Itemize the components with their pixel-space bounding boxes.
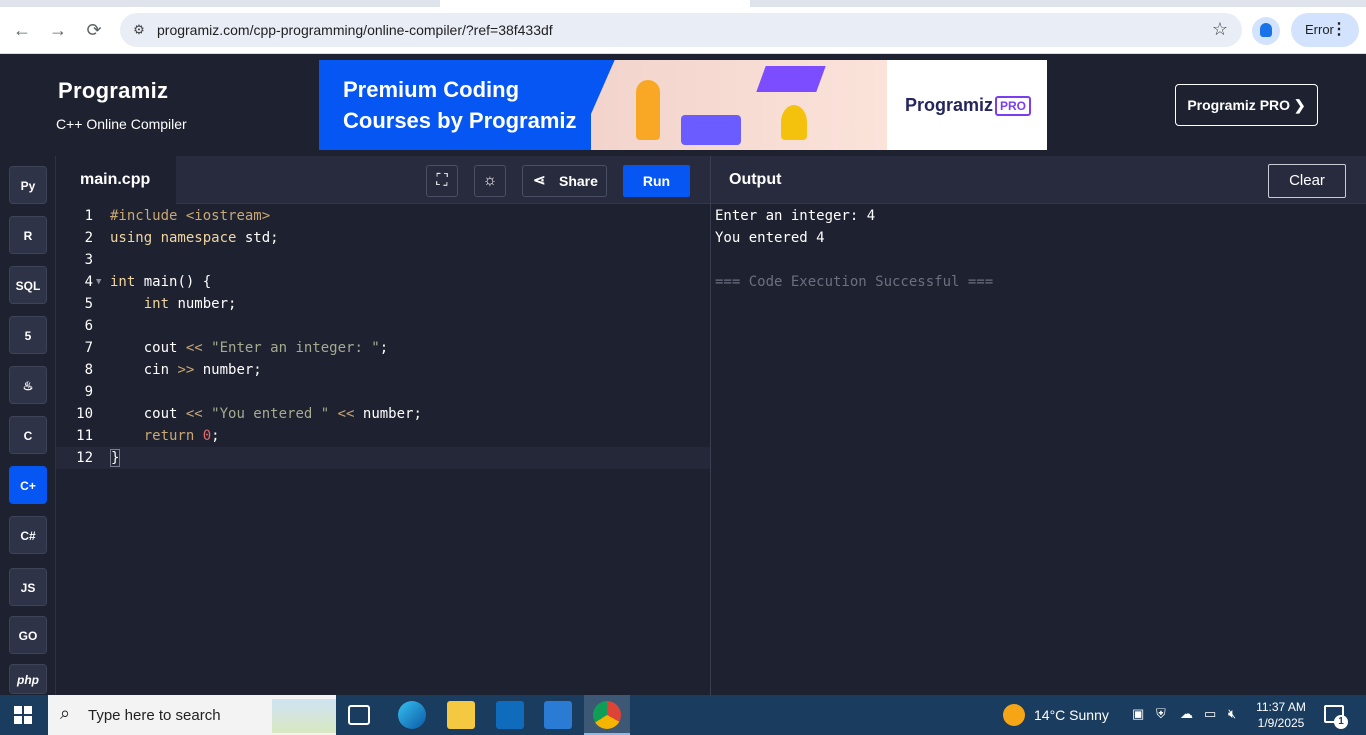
clock-time: 11:37 AM bbox=[1256, 700, 1306, 714]
more-menu-icon[interactable]: ⋮ bbox=[1331, 13, 1347, 47]
system-clock[interactable]: 11:37 AM 1/9/2025 bbox=[1252, 699, 1310, 731]
bookmark-star-icon[interactable]: ☆ bbox=[1212, 19, 1228, 40]
output-title: Output bbox=[729, 171, 782, 188]
javascript-icon[interactable]: JS bbox=[9, 568, 47, 606]
editor-toolbar: main.cpp ⛶ ☼ ⋖ Share Run bbox=[56, 156, 710, 204]
code-line[interactable]: 6 bbox=[56, 315, 710, 337]
trophy-icon bbox=[781, 105, 807, 140]
fold-arrow-icon[interactable]: ▼ bbox=[96, 271, 101, 293]
code-line[interactable]: 5 int number; bbox=[56, 293, 710, 315]
edge-browser-icon[interactable] bbox=[398, 701, 426, 729]
banner-brand: Programiz bbox=[905, 95, 994, 115]
code-line[interactable]: 10 cout << "You entered " << number; bbox=[56, 403, 710, 425]
r-icon[interactable]: R bbox=[9, 216, 47, 254]
code-line[interactable]: 9 bbox=[56, 381, 710, 403]
volume-muted-icon[interactable]: 🔇︎ bbox=[1228, 706, 1236, 722]
html5-icon[interactable]: 5 bbox=[9, 316, 47, 354]
weather-sun-icon[interactable] bbox=[1003, 704, 1025, 726]
output-panel: Output Clear Enter an integer: 4 You ent… bbox=[710, 156, 1366, 695]
nvidia-icon[interactable]: ▣ bbox=[1132, 706, 1144, 722]
address-bar[interactable]: ⚙ programiz.com/cpp-programming/online-c… bbox=[120, 13, 1242, 47]
sql-icon[interactable]: SQL bbox=[9, 266, 47, 304]
profile-avatar-icon[interactable] bbox=[1252, 17, 1280, 45]
code-line[interactable]: 4 ▼ int main() { bbox=[56, 271, 710, 293]
code-editor-panel: main.cpp ⛶ ☼ ⋖ Share Run 1 #include <iost… bbox=[56, 156, 710, 695]
taskbar-search-box[interactable]: ⌕ Type here to search bbox=[48, 695, 336, 735]
reload-icon[interactable]: ⟳ bbox=[82, 18, 106, 42]
code-line[interactable]: 2 using namespace std; bbox=[56, 227, 710, 249]
output-console[interactable]: Enter an integer: 4 You entered 4 === Co… bbox=[715, 205, 993, 293]
output-toolbar: Output Clear bbox=[711, 156, 1366, 204]
graduation-cap-icon bbox=[756, 66, 826, 92]
weather-text[interactable]: 14°C Sunny bbox=[1034, 707, 1109, 723]
java-icon[interactable]: ♨ bbox=[9, 366, 47, 404]
fullscreen-icon[interactable]: ⛶ bbox=[426, 165, 458, 197]
profile-error-button[interactable]: Error ⋮ bbox=[1291, 13, 1359, 47]
page-subtitle: C++ Online Compiler bbox=[56, 116, 187, 132]
banner-illustration bbox=[591, 60, 887, 150]
python-icon[interactable]: Py bbox=[9, 166, 47, 204]
search-highlight-image[interactable] bbox=[272, 699, 336, 733]
ad-banner[interactable]: Premium Coding Courses by Programiz Prog… bbox=[319, 60, 1047, 150]
c-icon[interactable]: C bbox=[9, 416, 47, 454]
programiz-pro-button[interactable]: Programiz PRO ❯ bbox=[1175, 84, 1318, 126]
notification-count-badge: 1 bbox=[1334, 715, 1348, 729]
active-tab[interactable] bbox=[440, 0, 750, 7]
pro-badge: PRO bbox=[995, 96, 1032, 116]
run-button[interactable]: Run bbox=[623, 165, 690, 197]
code-line[interactable]: 11 return 0; bbox=[56, 425, 710, 447]
code-line[interactable]: 7 cout << "Enter an integer: "; bbox=[56, 337, 710, 359]
language-sidebar: Py R SQL 5 ♨ C C+ C# JS GO php bbox=[0, 156, 56, 695]
banner-title: Premium Coding Courses by Programiz bbox=[343, 77, 577, 133]
network-icon[interactable]: ▭ bbox=[1204, 706, 1216, 722]
url-text[interactable]: programiz.com/cpp-programming/online-com… bbox=[157, 22, 553, 38]
windows-start-icon[interactable] bbox=[14, 706, 32, 724]
site-info-icon[interactable]: ⚙ bbox=[130, 21, 148, 39]
programiz-logo[interactable]: Programiz bbox=[58, 78, 168, 104]
code-line[interactable]: 3 bbox=[56, 249, 710, 271]
code-line[interactable]: 8 cin >> number; bbox=[56, 359, 710, 381]
browser-toolbar: ← → ⟳ ⚙ programiz.com/cpp-programming/on… bbox=[0, 0, 1366, 54]
microsoft-store-icon[interactable] bbox=[496, 701, 524, 729]
execution-status: === Code Execution Successful === bbox=[715, 274, 994, 290]
windows-taskbar: ⌕ Type here to search 14°C Sunny ▣ ⛨ ☁ ▭… bbox=[0, 695, 1366, 735]
search-icon: ⌕ bbox=[60, 703, 71, 723]
share-button[interactable]: ⋖ Share bbox=[522, 165, 607, 197]
code-area[interactable]: 1 #include <iostream> 2 using namespace st… bbox=[56, 205, 710, 469]
csharp-icon[interactable]: C# bbox=[9, 516, 47, 554]
task-view-icon[interactable] bbox=[348, 705, 370, 725]
back-icon[interactable]: ← bbox=[10, 18, 34, 42]
chrome-icon bbox=[593, 701, 621, 729]
mail-icon[interactable] bbox=[544, 701, 572, 729]
banner-pro-panel: Programiz PRO bbox=[887, 60, 1047, 150]
file-tab-main-cpp[interactable]: main.cpp bbox=[56, 156, 176, 204]
error-chip-label: Error bbox=[1305, 22, 1334, 37]
books-icon bbox=[681, 115, 741, 145]
output-line: You entered 4 bbox=[715, 230, 825, 246]
output-line: Enter an integer: 4 bbox=[715, 208, 876, 224]
chrome-taskbar-button[interactable] bbox=[584, 695, 630, 735]
go-icon[interactable]: GO bbox=[9, 616, 47, 654]
cpp-icon[interactable]: C+ bbox=[9, 466, 47, 504]
share-icon: ⋖ bbox=[533, 172, 546, 189]
theme-toggle-icon[interactable]: ☼ bbox=[474, 165, 506, 197]
onedrive-icon[interactable]: ☁ bbox=[1180, 706, 1193, 722]
student-figure bbox=[636, 80, 660, 140]
clear-button[interactable]: Clear bbox=[1268, 164, 1346, 198]
file-explorer-icon[interactable] bbox=[447, 701, 475, 729]
code-line-current[interactable]: 12} bbox=[56, 447, 710, 469]
forward-icon[interactable]: → bbox=[46, 18, 70, 42]
tab-strip bbox=[0, 0, 1366, 7]
clock-date: 1/9/2025 bbox=[1257, 716, 1305, 730]
code-line[interactable]: 1 #include <iostream> bbox=[56, 205, 710, 227]
site-header: Programiz C++ Online Compiler Premium Co… bbox=[0, 54, 1366, 156]
search-placeholder: Type here to search bbox=[88, 707, 221, 724]
php-icon[interactable]: php bbox=[9, 664, 47, 694]
share-label: Share bbox=[559, 173, 598, 189]
security-shield-icon[interactable]: ⛨ bbox=[1156, 706, 1166, 722]
